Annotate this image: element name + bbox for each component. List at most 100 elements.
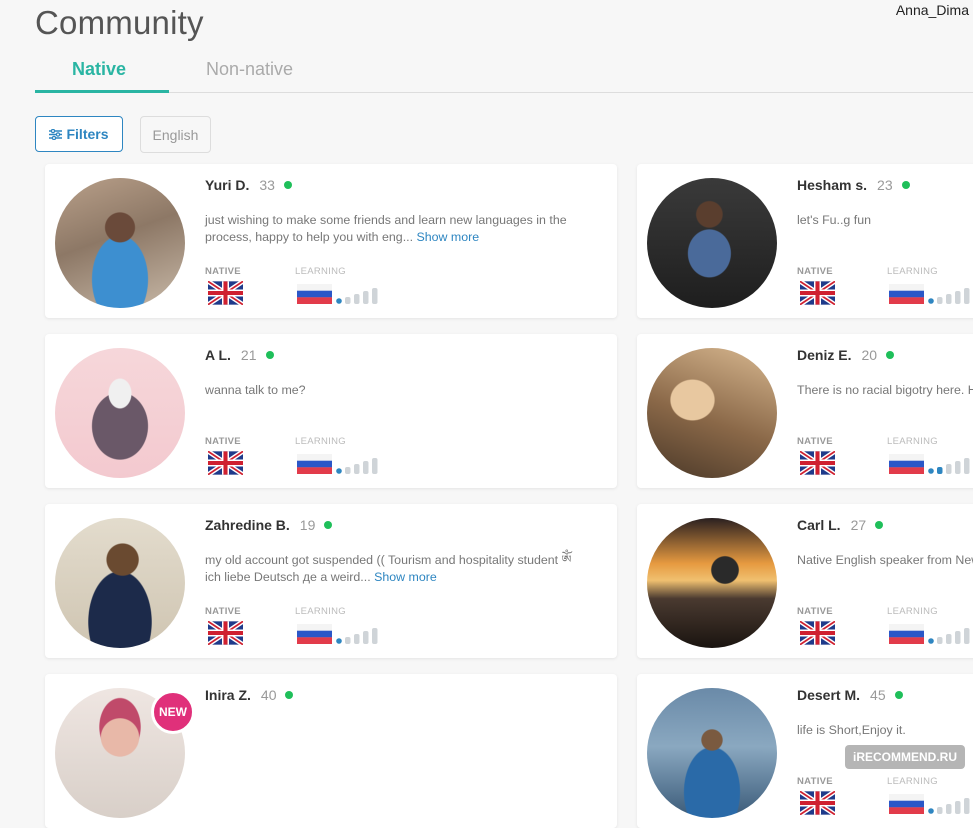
user-bio-text: life is Short,Enjoy it. xyxy=(797,723,906,737)
user-bio-text: let's Fu..g fun xyxy=(797,213,871,227)
avatar[interactable] xyxy=(55,178,185,308)
uk-flag-icon xyxy=(800,281,835,305)
user-bio-text: just wishing to make some friends and le… xyxy=(205,213,567,244)
native-label: NATIVE xyxy=(205,606,241,617)
tab-non-native[interactable]: Non-native xyxy=(206,59,293,80)
avatar[interactable] xyxy=(647,688,777,818)
russia-flag-icon xyxy=(889,624,924,644)
proficiency-level-icon xyxy=(336,458,378,474)
user-name[interactable]: Hesham s. 23 xyxy=(797,177,910,193)
russia-flag-icon xyxy=(889,454,924,474)
user-name[interactable]: Zahredine B. 19 xyxy=(205,517,333,533)
user-age: 19 xyxy=(299,517,316,533)
proficiency-level-icon xyxy=(928,288,970,304)
tab-native[interactable]: Native xyxy=(72,59,126,80)
online-status-icon xyxy=(265,351,274,359)
show-more-link[interactable]: Show more xyxy=(416,230,479,244)
user-name[interactable]: Inira Z. 40 xyxy=(205,687,294,703)
show-more-link[interactable]: Show more xyxy=(374,570,437,584)
online-status-icon xyxy=(324,521,333,529)
user-name-text: Desert M. xyxy=(797,687,861,703)
tabs-divider xyxy=(35,92,973,93)
learning-label: LEARNING xyxy=(295,436,346,447)
online-status-icon xyxy=(283,181,292,189)
user-name-text: Yuri D. xyxy=(205,177,250,193)
filters-button[interactable]: Filters xyxy=(35,116,123,152)
user-card[interactable]: Yuri D. 33 just wishing to make some frien… xyxy=(45,164,617,318)
proficiency-level-icon xyxy=(336,628,378,644)
user-card[interactable]: Hesham s. 23 let's Fu..g fun NATIVE LEARNING xyxy=(637,164,973,318)
user-bio: Native English speaker from New ☐☐ No, I… xyxy=(797,552,973,569)
online-status-icon xyxy=(894,691,903,699)
proficiency-level-icon xyxy=(928,628,970,644)
user-age: 40 xyxy=(260,687,277,703)
avatar[interactable] xyxy=(647,178,777,308)
learning-label: LEARNING xyxy=(887,436,938,447)
learning-label: LEARNING xyxy=(887,266,938,277)
native-label: NATIVE xyxy=(205,436,241,447)
watermark: iRECOMMEND.RU xyxy=(845,745,965,769)
native-label: NATIVE xyxy=(797,266,833,277)
avatar[interactable] xyxy=(647,518,777,648)
user-bio: life is Short,Enjoy it. xyxy=(797,722,973,739)
learning-label: LEARNING xyxy=(295,266,346,277)
user-bio-text: wanna talk to me? xyxy=(205,383,306,397)
user-name[interactable]: Carl L. 27 xyxy=(797,517,884,533)
page-title: Community xyxy=(35,4,204,41)
user-card[interactable]: A L. 21 wanna talk to me? NATIVE LEARNING xyxy=(45,334,617,488)
active-tab-underline xyxy=(35,90,169,93)
user-name[interactable]: A L. 21 xyxy=(205,347,274,363)
user-name[interactable]: Deniz E. 20 xyxy=(797,347,895,363)
avatar[interactable] xyxy=(55,518,185,648)
russia-flag-icon xyxy=(297,454,332,474)
russia-flag-icon xyxy=(297,624,332,644)
online-status-icon xyxy=(901,181,910,189)
proficiency-level-icon xyxy=(928,798,970,814)
learning-label: LEARNING xyxy=(887,606,938,617)
user-bio: let's Fu..g fun xyxy=(797,212,973,229)
russia-flag-icon xyxy=(297,284,332,304)
user-name[interactable]: Yuri D. 33 xyxy=(205,177,292,193)
uk-flag-icon xyxy=(208,621,243,645)
user-bio: There is no racial bigotry here. H xyxy=(797,382,973,399)
online-status-icon xyxy=(875,521,884,529)
user-age: 23 xyxy=(877,177,893,193)
watermark-text: iRECOMMEND.RU xyxy=(853,750,957,764)
user-age: 45 xyxy=(870,687,886,703)
online-status-icon xyxy=(285,691,294,699)
sliders-icon xyxy=(49,128,63,140)
user-card[interactable]: Deniz E. 20 There is no racial bigotry her… xyxy=(637,334,973,488)
avatar[interactable] xyxy=(647,348,777,478)
user-card[interactable]: Zahredine B. 19 my old account got suspend… xyxy=(45,504,617,658)
language-filter-chip[interactable]: English xyxy=(140,116,211,153)
user-name-text: Hesham s. xyxy=(797,177,868,193)
user-age: 27 xyxy=(850,517,867,533)
user-bio: just wishing to make some friends and le… xyxy=(205,212,580,246)
user-bio: my old account got suspended (( Tourism … xyxy=(205,552,580,586)
user-name-text: A L. xyxy=(205,347,231,363)
new-badge: NEW xyxy=(151,690,195,734)
user-age: 20 xyxy=(861,347,878,363)
uk-flag-icon xyxy=(800,791,835,815)
uk-flag-icon xyxy=(800,621,835,645)
user-name-text: Inira Z. xyxy=(205,687,251,703)
user-name-text: Deniz E. xyxy=(797,347,852,363)
user-name[interactable]: Desert M. 45 xyxy=(797,687,903,703)
learning-label: LEARNING xyxy=(295,606,346,617)
online-status-icon xyxy=(886,351,895,359)
native-label: NATIVE xyxy=(205,266,241,277)
user-card[interactable]: NEW Inira Z. 40 xyxy=(45,674,617,828)
native-label: NATIVE xyxy=(797,436,833,447)
user-card[interactable]: Carl L. 27 Native English speaker from New… xyxy=(637,504,973,658)
proficiency-level-icon xyxy=(336,288,378,304)
user-name-text: Zahredine B. xyxy=(205,517,290,533)
russia-flag-icon xyxy=(889,794,924,814)
native-label: NATIVE xyxy=(797,606,833,617)
uk-flag-icon xyxy=(800,451,835,475)
filters-label: Filters xyxy=(66,126,109,142)
user-bio-text: Native English speaker from New ☐☐ No, I… xyxy=(797,553,973,567)
avatar[interactable] xyxy=(55,348,185,478)
user-bio: wanna talk to me? xyxy=(205,382,580,399)
username[interactable]: Anna_Dima xyxy=(896,2,969,18)
user-age: 21 xyxy=(240,347,257,363)
